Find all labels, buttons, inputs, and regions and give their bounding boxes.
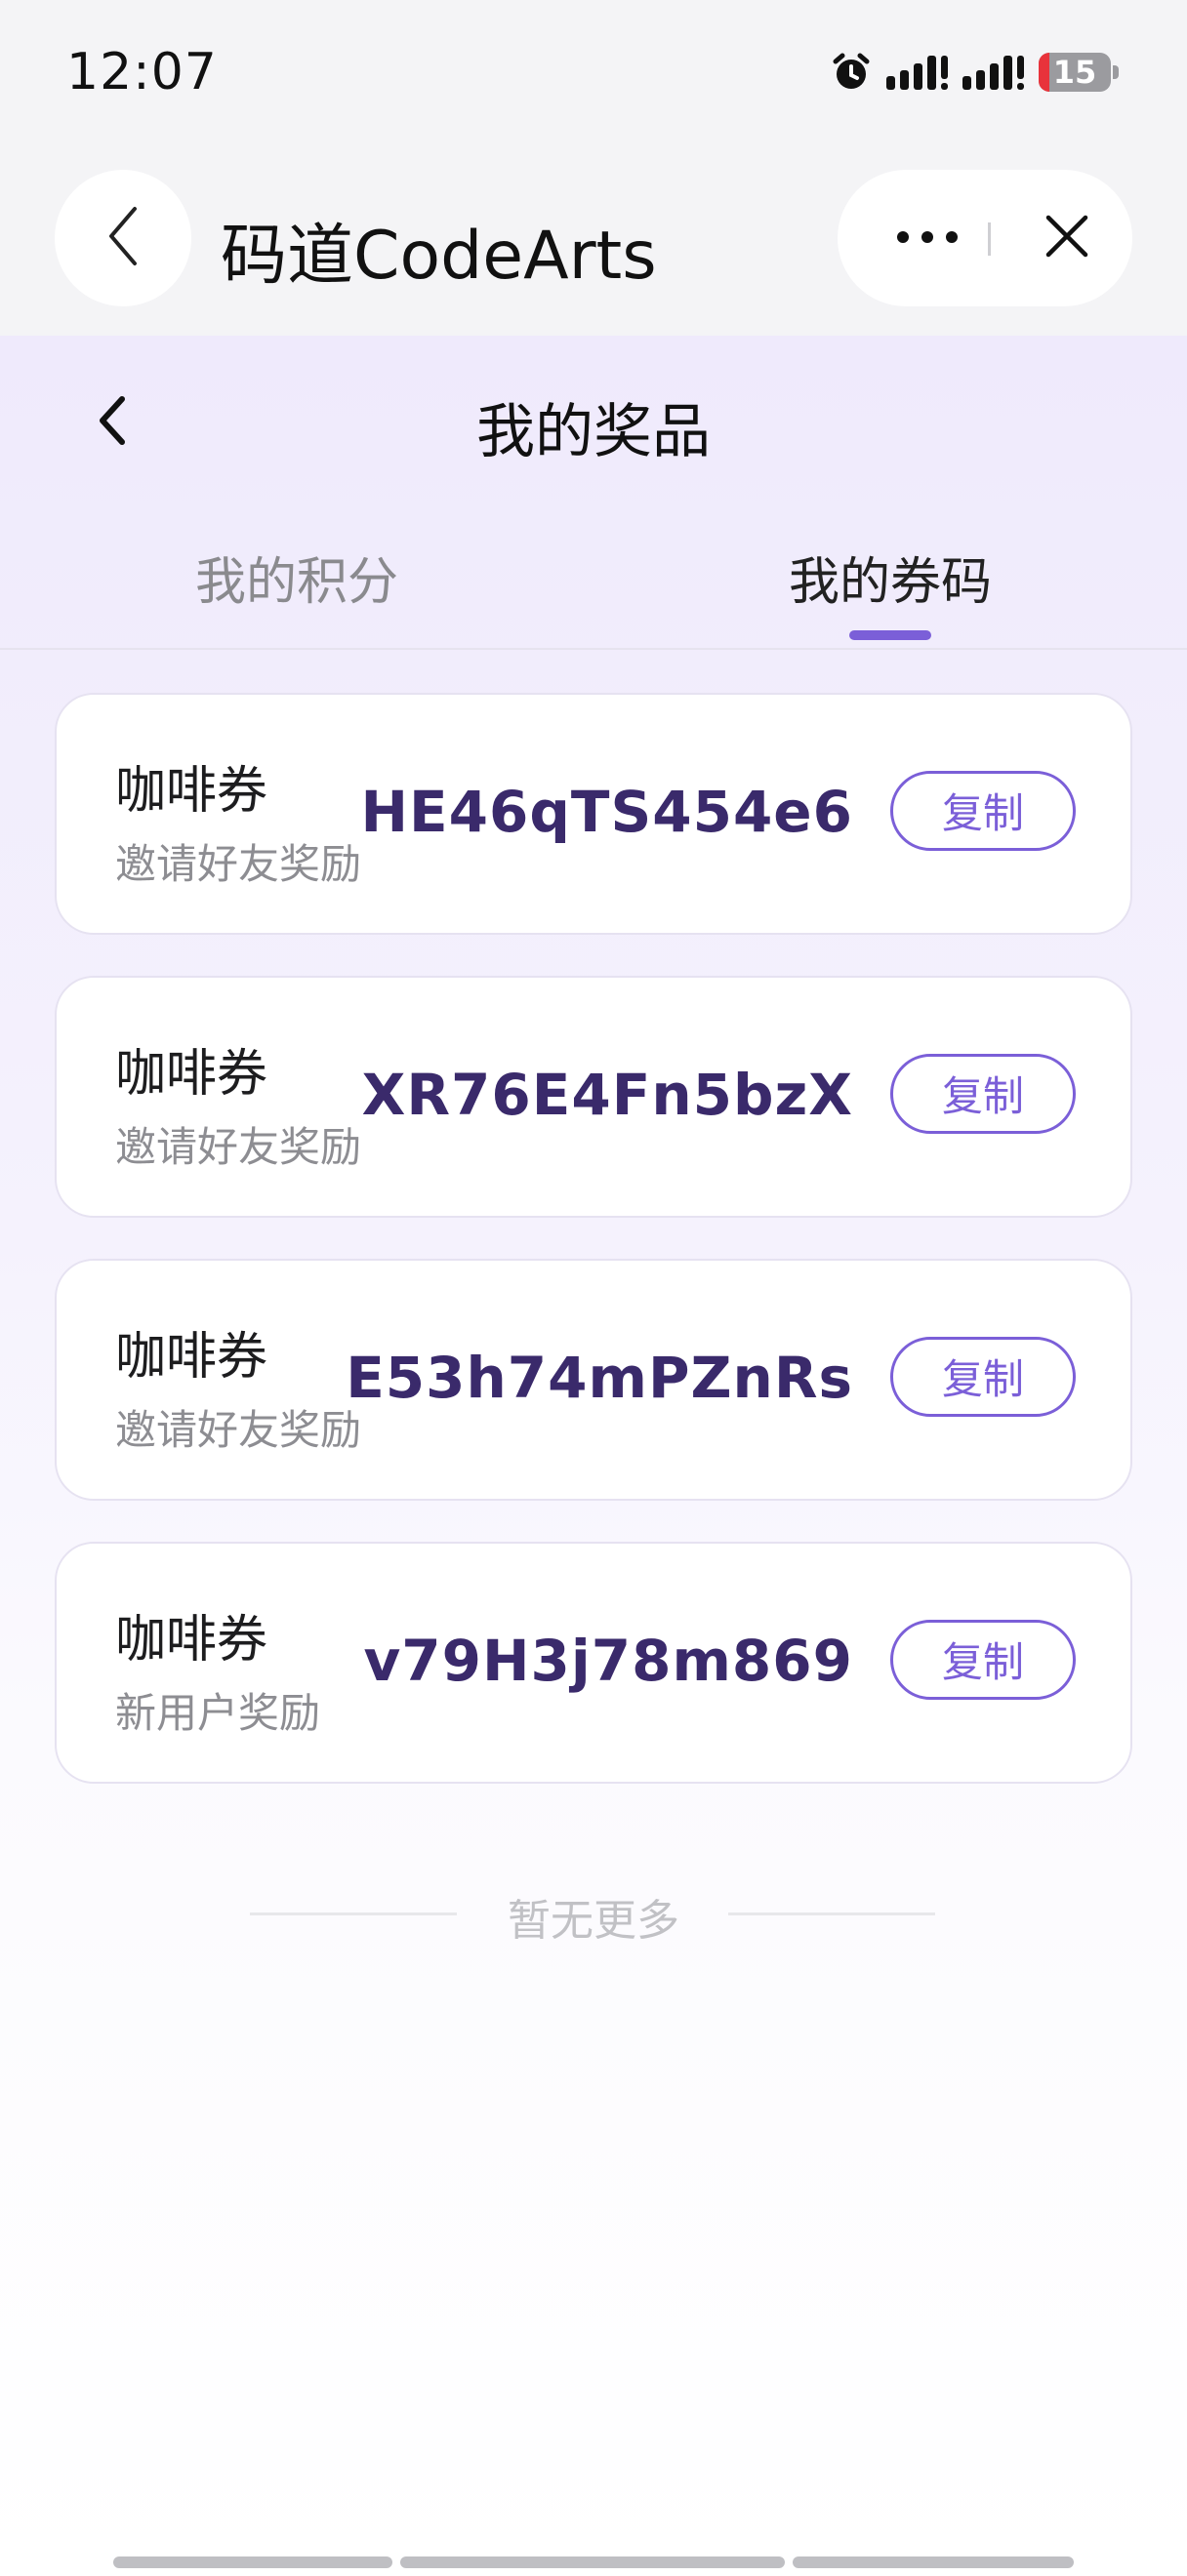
copy-button[interactable]: 复制 [890, 771, 1076, 851]
coupon-code: v79H3j78m869 [363, 1628, 853, 1694]
mini-program-back-button[interactable] [55, 170, 191, 306]
copy-button[interactable]: 复制 [890, 1054, 1076, 1134]
close-button[interactable] [1023, 199, 1111, 277]
coupon-source: 邀请好友奖励 [115, 1406, 362, 1454]
battery-icon: 15 [1039, 53, 1119, 92]
coupon-name: 咖啡券 [115, 1045, 268, 1104]
signal-icon [962, 53, 1025, 92]
coupon-source: 邀请好友奖励 [115, 840, 362, 888]
status-bar: 12:07 15 [0, 0, 1187, 146]
prizes-page: 我的奖品 我的积分 我的券码 咖啡券 邀请好友奖励 HE46qTS454e6 复… [0, 336, 1187, 2576]
page-title: 我的奖品 [476, 398, 711, 466]
coupon-source: 邀请好友奖励 [115, 1123, 362, 1171]
coupon-card: 咖啡券 邀请好友奖励 E53h74mPZnRs 复制 [55, 1259, 1132, 1501]
coupon-code: HE46qTS454e6 [360, 779, 853, 845]
mini-program-title: 码道CodeArts [221, 218, 657, 295]
capsule-menu [838, 170, 1132, 306]
signal-icon [886, 53, 949, 92]
more-dots-icon [896, 229, 959, 248]
home-indicator[interactable] [113, 2556, 1074, 2568]
coupon-code: XR76E4Fn5bzX [361, 1062, 853, 1128]
capsule-divider [988, 222, 991, 256]
close-icon [1044, 214, 1089, 262]
coupon-card: 咖啡券 邀请好友奖励 HE46qTS454e6 复制 [55, 693, 1132, 935]
copy-button[interactable]: 复制 [890, 1337, 1076, 1417]
coupon-name: 咖啡券 [115, 762, 268, 821]
mini-program-nav: 码道CodeArts [0, 146, 1187, 336]
chevron-left-icon [103, 205, 143, 271]
alarm-icon [830, 51, 873, 94]
divider-line [728, 1912, 935, 1915]
more-button[interactable] [871, 199, 984, 277]
coupon-code: E53h74mPZnRs [346, 1345, 853, 1411]
coupon-list: 咖啡券 邀请好友奖励 HE46qTS454e6 复制 咖啡券 邀请好友奖励 XR… [55, 693, 1132, 1825]
tab-bar: 我的积分 我的券码 [0, 492, 1187, 650]
status-time: 12:07 [66, 43, 218, 101]
coupon-source: 新用户奖励 [115, 1689, 321, 1737]
coupon-name: 咖啡券 [115, 1328, 268, 1387]
coupon-name: 咖啡券 [115, 1611, 268, 1670]
status-icons: 15 [830, 51, 1119, 94]
copy-button[interactable]: 复制 [890, 1620, 1076, 1700]
active-tab-indicator [849, 630, 931, 640]
coupon-card: 咖啡券 新用户奖励 v79H3j78m869 复制 [55, 1542, 1132, 1784]
no-more-text: 暂无更多 [508, 1896, 679, 1946]
tab-points[interactable]: 我的积分 [0, 541, 594, 614]
tab-coupons[interactable]: 我的券码 [594, 541, 1187, 614]
coupon-card: 咖啡券 邀请好友奖励 XR76E4Fn5bzX 复制 [55, 976, 1132, 1218]
battery-level: 15 [1052, 54, 1097, 91]
no-more-footer: 暂无更多 [0, 1877, 1187, 1946]
